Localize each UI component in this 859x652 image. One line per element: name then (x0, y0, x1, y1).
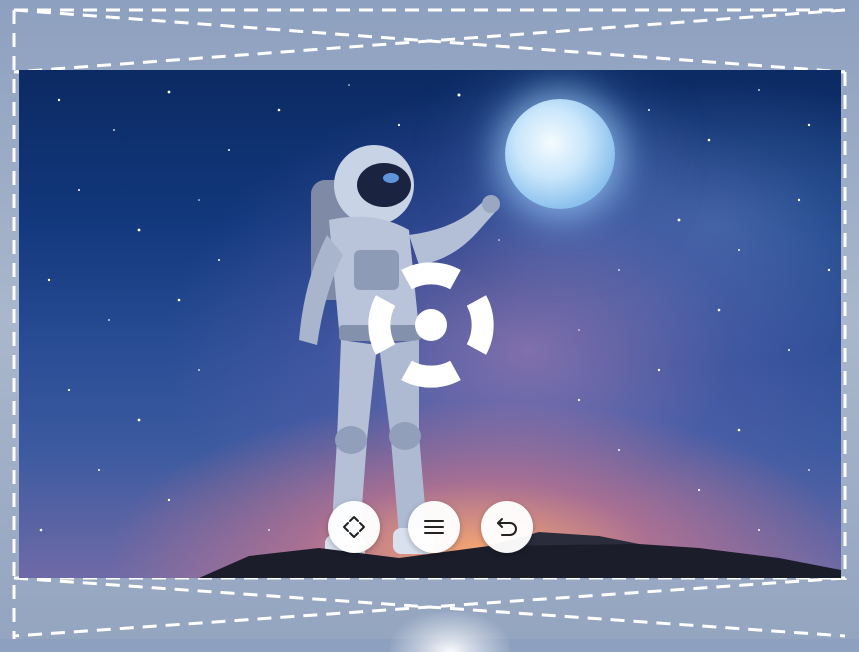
dpad-ok-button[interactable] (415, 309, 447, 341)
menu-icon (424, 520, 444, 534)
dpad-down-arrow[interactable]: ▼ (420, 366, 442, 388)
keystone-adjust-button[interactable] (328, 501, 380, 553)
projector-light-glow (390, 612, 510, 652)
undo-arrow-icon (497, 518, 517, 536)
direction-pad[interactable]: ▲ ▼ ◀ ▶ (366, 262, 496, 388)
menu-button[interactable] (408, 501, 460, 553)
expand-arrows-icon (343, 516, 365, 538)
projector-frame: ▲ ▼ ◀ ▶ (0, 0, 859, 652)
dpad-right-arrow[interactable]: ▶ (474, 314, 496, 336)
back-button[interactable] (481, 501, 533, 553)
dpad-up-arrow[interactable]: ▲ (420, 262, 442, 284)
dpad-left-arrow[interactable]: ◀ (366, 314, 388, 336)
